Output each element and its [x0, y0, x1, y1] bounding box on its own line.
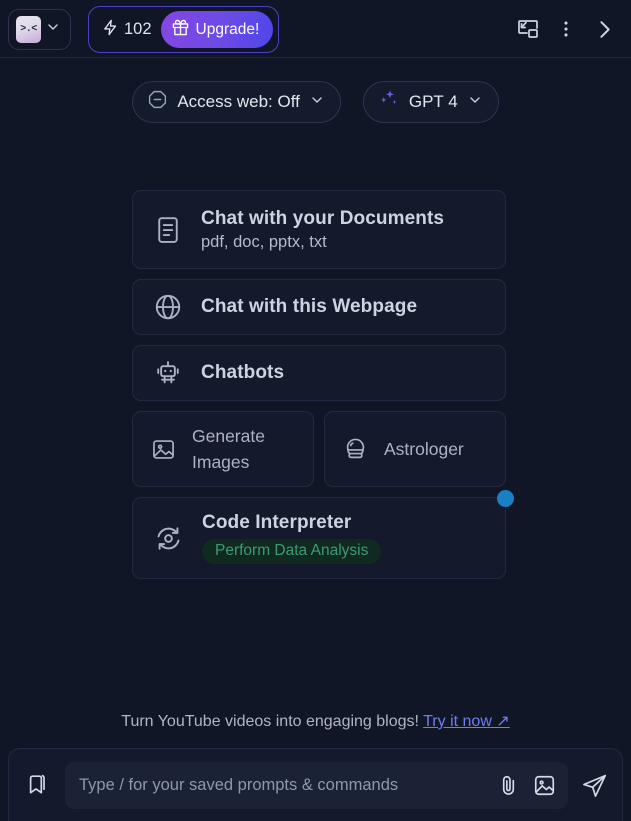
feature-cards: Chat with your Documents pdf, doc, pptx,… [132, 190, 514, 579]
no-entry-icon [147, 89, 168, 115]
access-web-label: Access web: Off [177, 92, 300, 111]
collapse-panel-button[interactable] [592, 17, 617, 42]
crystal-ball-icon [342, 436, 369, 463]
new-feature-dot [497, 490, 514, 507]
promo-banner: Turn YouTube videos into engaging blogs!… [0, 711, 631, 731]
model-label: GPT 4 [408, 92, 458, 111]
sparkles-icon [377, 88, 400, 116]
card-subtitle: pdf, doc, pptx, txt [201, 232, 327, 251]
card-text-block: Chat with your Documents pdf, doc, pptx,… [201, 208, 444, 252]
globe-icon [153, 292, 183, 322]
credits-upgrade-group: 102 Upgrade! [88, 6, 280, 53]
workspace-selector[interactable]: >.< [8, 9, 71, 50]
composer-bar [8, 748, 623, 821]
card-title: Chatbots [201, 362, 285, 383]
bookmark-icon[interactable] [25, 772, 52, 799]
picture-in-picture-button[interactable] [516, 17, 540, 41]
card-code-interpreter[interactable]: Code Interpreter Perform Data Analysis [132, 490, 514, 579]
card-label-line1: Generate [192, 425, 265, 446]
header-actions [516, 0, 623, 58]
robot-icon [153, 358, 183, 388]
atom-orbit-icon [153, 523, 184, 554]
image-upload-icon[interactable] [532, 773, 557, 798]
promo-try-it-now-link[interactable]: Try it now ↗ [423, 713, 510, 730]
app-header: >.< 102 Upgrade! [0, 0, 631, 58]
image-icon [150, 436, 177, 463]
more-options-button[interactable] [555, 18, 577, 40]
gift-icon [172, 19, 189, 41]
chevron-down-icon [309, 92, 325, 113]
card-title: Chat with this Webpage [201, 296, 418, 317]
credits-counter[interactable]: 102 [102, 19, 152, 41]
card-chat-with-documents[interactable]: Chat with your Documents pdf, doc, pptx,… [132, 190, 506, 269]
chevron-down-icon [45, 19, 61, 40]
promo-text: Turn YouTube videos into engaging blogs! [121, 713, 419, 730]
card-text-block: Code Interpreter Perform Data Analysis [202, 512, 382, 564]
upgrade-button-label: Upgrade! [195, 20, 260, 38]
credits-count-value: 102 [124, 20, 152, 38]
status-badge: Perform Data Analysis [202, 539, 382, 564]
model-selector[interactable]: GPT 4 [362, 81, 499, 123]
card-title: Code Interpreter [202, 512, 352, 533]
card-row-two-up: Generate Images Astrologer [132, 411, 506, 487]
card-astrologer[interactable]: Astrologer [324, 411, 506, 487]
card-title: Chat with your Documents [201, 207, 445, 229]
card-label-line2: Images [192, 452, 250, 472]
kawaii-face-logo: >.< [16, 16, 41, 43]
card-label: Astrologer [384, 438, 464, 459]
document-icon [153, 215, 183, 245]
card-generate-images[interactable]: Generate Images [132, 411, 314, 487]
mode-selectors: Access web: Off GPT 4 [0, 81, 631, 123]
lightning-bolt-icon [102, 19, 119, 41]
upgrade-button[interactable]: Upgrade! [160, 11, 274, 48]
paperclip-icon[interactable] [496, 773, 521, 798]
composer-input-wrap [65, 761, 568, 809]
prompt-input[interactable] [79, 775, 485, 795]
card-chatbots[interactable]: Chatbots [132, 345, 506, 401]
send-icon[interactable] [581, 772, 608, 799]
card-label-block: Generate Images [192, 423, 265, 476]
access-web-selector[interactable]: Access web: Off [132, 81, 341, 123]
chevron-down-icon [467, 92, 483, 113]
card-chat-with-webpage[interactable]: Chat with this Webpage [132, 279, 506, 335]
